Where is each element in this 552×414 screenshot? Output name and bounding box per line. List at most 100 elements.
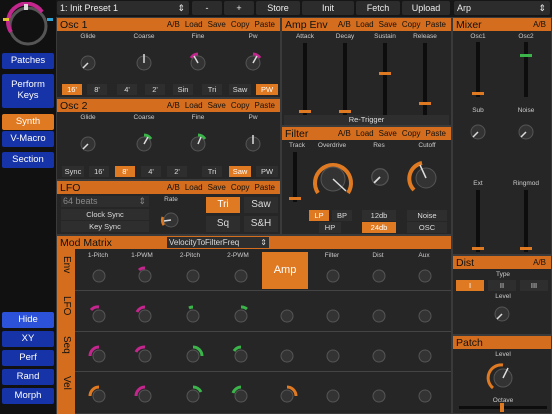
osc2-glide-knob[interactable] xyxy=(77,133,99,155)
osc1-glide-knob[interactable] xyxy=(77,52,99,74)
init-button[interactable]: Init xyxy=(302,1,354,15)
osc2-fine-knob[interactable] xyxy=(187,133,209,155)
osc-button[interactable]: OSC xyxy=(407,222,447,233)
osc2-copy-button[interactable]: Copy xyxy=(231,101,250,110)
mod-preset-select[interactable]: VelocityToFilterFreq ⇕ xyxy=(167,237,269,248)
osc2-ab-button[interactable]: A/B xyxy=(167,101,180,110)
osc1-ab-button[interactable]: A/B xyxy=(167,20,180,29)
key-sync-button[interactable]: Key Sync xyxy=(61,221,149,232)
release-slider-thumb[interactable] xyxy=(419,102,431,105)
amp-env-copy-button[interactable]: Copy xyxy=(402,20,421,29)
dist-type-i-button[interactable]: I xyxy=(456,280,484,291)
osc1-pw-knob[interactable] xyxy=(242,52,264,74)
osc1-fine-knob[interactable] xyxy=(187,52,209,74)
hp-button[interactable]: HP xyxy=(319,222,341,233)
lfo-copy-button[interactable]: Copy xyxy=(231,183,250,192)
osc2-saw-button[interactable]: Saw xyxy=(229,166,251,177)
dist-level-knob[interactable] xyxy=(491,303,513,325)
osc2-16ft-button[interactable]: 16' xyxy=(89,166,109,177)
sustain-slider-thumb[interactable] xyxy=(379,72,391,75)
store-button[interactable]: Store xyxy=(256,1,300,15)
osc1-16ft-button[interactable]: 16' xyxy=(62,84,82,95)
lfo-sq-button[interactable]: Sq xyxy=(206,216,240,232)
section-button[interactable]: Section xyxy=(2,152,54,168)
osc1-coarse-knob[interactable] xyxy=(133,52,155,74)
decay-slider[interactable] xyxy=(343,43,347,115)
ext-mix-slider[interactable] xyxy=(476,190,480,252)
osc1-load-button[interactable]: Load xyxy=(185,20,203,29)
amp-env-save-button[interactable]: Save xyxy=(379,20,397,29)
overdrive-knob[interactable] xyxy=(310,157,356,201)
track-slider[interactable] xyxy=(293,152,297,202)
decay-slider-thumb[interactable] xyxy=(339,110,351,113)
osc2-4ft-button[interactable]: 4' xyxy=(141,166,161,177)
plus-button[interactable]: + xyxy=(224,1,254,15)
noise-button[interactable]: Noise xyxy=(407,210,447,221)
filter-load-button[interactable]: Load xyxy=(356,129,374,138)
osc2-2ft-button[interactable]: 2' xyxy=(167,166,187,177)
osc2-pw-knob[interactable] xyxy=(242,133,264,155)
ringmod-mix-slider[interactable] xyxy=(524,190,528,252)
mod-knob-grid[interactable] xyxy=(75,262,451,414)
osc1-pw-button[interactable]: PW xyxy=(256,84,278,95)
osc2-8ft-button[interactable]: 8' xyxy=(115,166,135,177)
lfo-rate-knob[interactable] xyxy=(160,209,182,231)
osc1-8ft-button[interactable]: 8' xyxy=(87,84,107,95)
amp-env-ab-button[interactable]: A/B xyxy=(338,20,351,29)
24db-button[interactable]: 24db xyxy=(362,222,396,233)
lfo-tri-button[interactable]: Tri xyxy=(206,197,240,213)
osc2-mix-slider[interactable] xyxy=(524,42,528,97)
lfo-paste-button[interactable]: Paste xyxy=(255,183,275,192)
upload-button[interactable]: Upload xyxy=(402,1,450,15)
filter-save-button[interactable]: Save xyxy=(379,129,397,138)
cutoff-knob[interactable] xyxy=(406,158,446,198)
amp-env-paste-button[interactable]: Paste xyxy=(426,20,446,29)
osc1-mix-slider-thumb[interactable] xyxy=(472,92,484,95)
osc1-2ft-button[interactable]: 2' xyxy=(145,84,165,95)
osc1-tri-button[interactable]: Tri xyxy=(202,84,222,95)
v-macro-button[interactable]: V-Macro xyxy=(2,131,54,147)
dist-type-ii-button[interactable]: II xyxy=(488,280,516,291)
patch-level-knob[interactable] xyxy=(486,361,520,395)
osc2-mix-slider-thumb[interactable] xyxy=(520,54,532,57)
filter-ab-button[interactable]: A/B xyxy=(338,129,351,138)
attack-slider-thumb[interactable] xyxy=(299,110,311,113)
osc2-paste-button[interactable]: Paste xyxy=(255,101,275,110)
lfo-load-button[interactable]: Load xyxy=(185,183,203,192)
res-knob[interactable] xyxy=(367,164,393,190)
lfo-save-button[interactable]: Save xyxy=(208,183,226,192)
sustain-slider[interactable] xyxy=(383,43,387,115)
osc1-4ft-button[interactable]: 4' xyxy=(117,84,137,95)
re-trigger-button[interactable]: Re-Trigger xyxy=(284,115,449,125)
osc2-save-button[interactable]: Save xyxy=(208,101,226,110)
filter-paste-button[interactable]: Paste xyxy=(426,129,446,138)
attack-slider[interactable] xyxy=(303,43,307,115)
perf-button[interactable]: Perf xyxy=(2,350,54,366)
perform-keys-button[interactable]: Perform Keys xyxy=(2,74,54,108)
osc1-save-button[interactable]: Save xyxy=(208,20,226,29)
ext-mix-slider-thumb[interactable] xyxy=(472,247,484,250)
12db-button[interactable]: 12db xyxy=(362,210,396,221)
osc2-pw-button[interactable]: PW xyxy=(256,166,278,177)
dist-ab-button[interactable]: A/B xyxy=(533,258,546,267)
patches-button[interactable]: Patches xyxy=(2,53,54,69)
minus-button[interactable]: - xyxy=(192,1,222,15)
amp-env-load-button[interactable]: Load xyxy=(356,20,374,29)
osc1-paste-button[interactable]: Paste xyxy=(255,20,275,29)
octave-slider-thumb[interactable] xyxy=(500,403,504,412)
osc2-tri-button[interactable]: Tri xyxy=(202,166,222,177)
synth-button[interactable]: Synth xyxy=(2,114,54,130)
preset-select[interactable]: 1: Init Preset 1 ⇕ xyxy=(57,1,189,15)
lfo-saw-button[interactable]: Saw xyxy=(244,197,278,213)
osc2-coarse-knob[interactable] xyxy=(133,133,155,155)
lp-button[interactable]: LP xyxy=(309,210,329,221)
bp-button[interactable]: BP xyxy=(332,210,352,221)
lfo-sh-button[interactable]: S&H xyxy=(244,216,278,232)
mixer-ab-button[interactable]: A/B xyxy=(533,20,546,29)
hide-button[interactable]: Hide xyxy=(2,312,54,328)
osc2-load-button[interactable]: Load xyxy=(185,101,203,110)
xy-button[interactable]: XY xyxy=(2,331,54,347)
osc1-copy-button[interactable]: Copy xyxy=(231,20,250,29)
osc1-sin-button[interactable]: Sin xyxy=(173,84,193,95)
noise-mix-knob[interactable] xyxy=(515,121,537,143)
